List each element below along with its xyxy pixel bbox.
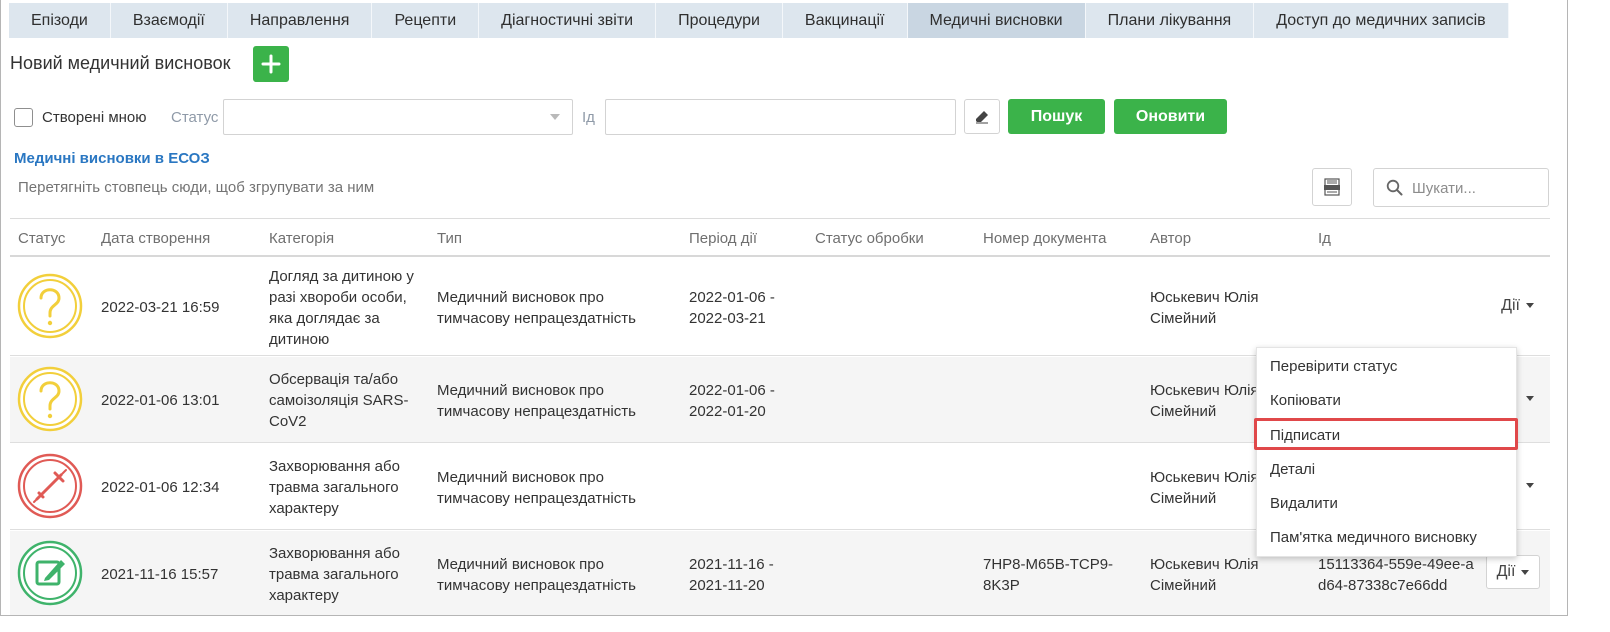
- column-header-id[interactable]: Ід: [1318, 230, 1331, 247]
- actions-label: Дії: [1496, 563, 1516, 580]
- clear-filters-button[interactable]: [964, 99, 1000, 134]
- menu-item-report-memo[interactable]: Пам'ятка медичного висновку: [1270, 529, 1477, 546]
- column-header-type[interactable]: Тип: [437, 230, 462, 247]
- cancelled-pen-icon: [17, 453, 83, 519]
- type: Медичний висновок про тимчасову непрацез…: [437, 382, 636, 420]
- created-date: 2022-01-06 13:01: [101, 392, 220, 409]
- period: 2021-11-16 - 2021-11-20: [689, 556, 774, 594]
- caret-down-icon: [1526, 483, 1534, 489]
- column-header-author[interactable]: Автор: [1150, 230, 1191, 247]
- period: 2022-01-06 - 2022-03-21: [689, 289, 775, 327]
- new-report-title: Новий медичний висновок: [10, 53, 231, 73]
- tab-bar: Епізоди Взаємодії Направлення Рецепти Ді…: [9, 3, 1509, 38]
- app-frame: Епізоди Взаємодії Направлення Рецепти Ді…: [0, 0, 1568, 616]
- actions-label: Дії: [1501, 297, 1520, 314]
- add-report-button[interactable]: [253, 46, 289, 82]
- id-filter-label: Ід: [582, 109, 595, 126]
- section-title: Медичні висновки в ЕСОЗ: [14, 150, 210, 167]
- tab-episodes[interactable]: Епізоди: [9, 3, 111, 38]
- tab-procedures[interactable]: Процедури: [656, 3, 783, 38]
- category: Захворювання або травма загального харак…: [269, 458, 400, 517]
- column-header-document-number[interactable]: Номер документа: [983, 230, 1106, 247]
- tab-encounters[interactable]: Взаємодії: [111, 3, 228, 38]
- status-filter-label: Статус: [171, 109, 219, 126]
- search-button[interactable]: Пошук: [1008, 99, 1105, 134]
- question-icon: [17, 366, 83, 432]
- search-icon: [1386, 179, 1403, 196]
- tab-vaccinations[interactable]: Вакцинації: [783, 3, 908, 38]
- chevron-down-icon: [550, 114, 560, 120]
- grid-search-input[interactable]: [1412, 177, 1542, 199]
- xlsx-export-icon: [1324, 178, 1340, 196]
- actions-dropdown[interactable]: Дії: [1501, 297, 1534, 315]
- grid-search[interactable]: [1373, 168, 1549, 207]
- actions-dropdown[interactable]: [1520, 390, 1534, 408]
- refresh-button[interactable]: Оновити: [1114, 99, 1227, 134]
- category: Захворювання або травма загального харак…: [269, 545, 400, 604]
- sign-highlight-frame: [1254, 418, 1518, 450]
- menu-item-copy[interactable]: Копіювати: [1270, 392, 1341, 409]
- category: Обсервація та/або самоізоляція SARS-CoV2: [269, 371, 409, 430]
- signed-edit-icon: [17, 540, 83, 606]
- category: Догляд за дитиною у разі хвороби особи, …: [269, 268, 414, 348]
- tab-record-access[interactable]: Доступ до медичних записів: [1254, 3, 1509, 38]
- tab-prescriptions[interactable]: Рецепти: [372, 3, 480, 38]
- column-header-status[interactable]: Статус: [18, 230, 65, 247]
- caret-down-icon: [1521, 569, 1530, 575]
- tab-care-plans[interactable]: Плани лікування: [1086, 3, 1255, 38]
- id-input[interactable]: [605, 99, 956, 135]
- created-by-me-label: Створені мною: [42, 109, 147, 126]
- author: Юськевич Юлія Сімейний: [1150, 289, 1259, 327]
- column-header-processing-status[interactable]: Статус обробки: [815, 230, 924, 247]
- actions-dropdown[interactable]: Дії: [1486, 555, 1540, 589]
- author: Юськевич Юлія Сімейний: [1150, 556, 1259, 594]
- menu-item-delete[interactable]: Видалити: [1270, 495, 1338, 512]
- question-icon: [17, 273, 83, 339]
- period: 2022-01-06 - 2022-01-20: [689, 382, 775, 420]
- column-header-period[interactable]: Період дії: [689, 230, 757, 247]
- type: Медичний висновок про тимчасову непрацез…: [437, 469, 636, 507]
- tab-referrals[interactable]: Направлення: [228, 3, 373, 38]
- eraser-icon: [976, 110, 988, 123]
- plus-icon: [261, 54, 281, 74]
- record-id: 15113364-559e-49ee-ad64-87338c7e66dd: [1318, 556, 1474, 594]
- created-date: 2022-03-21 16:59: [101, 299, 220, 316]
- type: Медичний висновок про тимчасову непрацез…: [437, 289, 636, 327]
- status-select[interactable]: [223, 99, 573, 135]
- caret-down-icon: [1526, 303, 1534, 309]
- grid-header: Статус Дата створення Категорія Тип Пері…: [10, 219, 1550, 257]
- export-xlsx-button[interactable]: [1312, 168, 1352, 206]
- created-by-me-checkbox[interactable]: [14, 108, 33, 127]
- type: Медичний висновок про тимчасову непрацез…: [437, 556, 636, 594]
- created-date: 2021-11-16 15:57: [101, 566, 219, 583]
- group-panel-hint: Перетягніть стовпець сюди, щоб згрупуват…: [18, 179, 375, 196]
- document-number: 7HP8-M65B-TCP9-8K3P: [983, 556, 1114, 594]
- caret-down-icon: [1526, 396, 1534, 402]
- menu-item-details[interactable]: Деталі: [1270, 461, 1315, 478]
- tab-medical-reports[interactable]: Медичні висновки: [907, 3, 1086, 38]
- table-row[interactable]: 2022-03-21 16:59 Догляд за дитиною у раз…: [10, 258, 1550, 356]
- created-by-me-filter[interactable]: Створені мною: [14, 108, 147, 127]
- column-header-created[interactable]: Дата створення: [101, 230, 210, 247]
- actions-menu: Перевірити статус Копіювати Підписати Де…: [1256, 347, 1517, 557]
- actions-dropdown[interactable]: [1520, 477, 1534, 495]
- created-date: 2022-01-06 12:34: [101, 479, 220, 496]
- menu-item-check-status[interactable]: Перевірити статус: [1270, 358, 1397, 375]
- column-header-category[interactable]: Категорія: [269, 230, 334, 247]
- tab-diagnostic-reports[interactable]: Діагностичні звіти: [479, 3, 657, 38]
